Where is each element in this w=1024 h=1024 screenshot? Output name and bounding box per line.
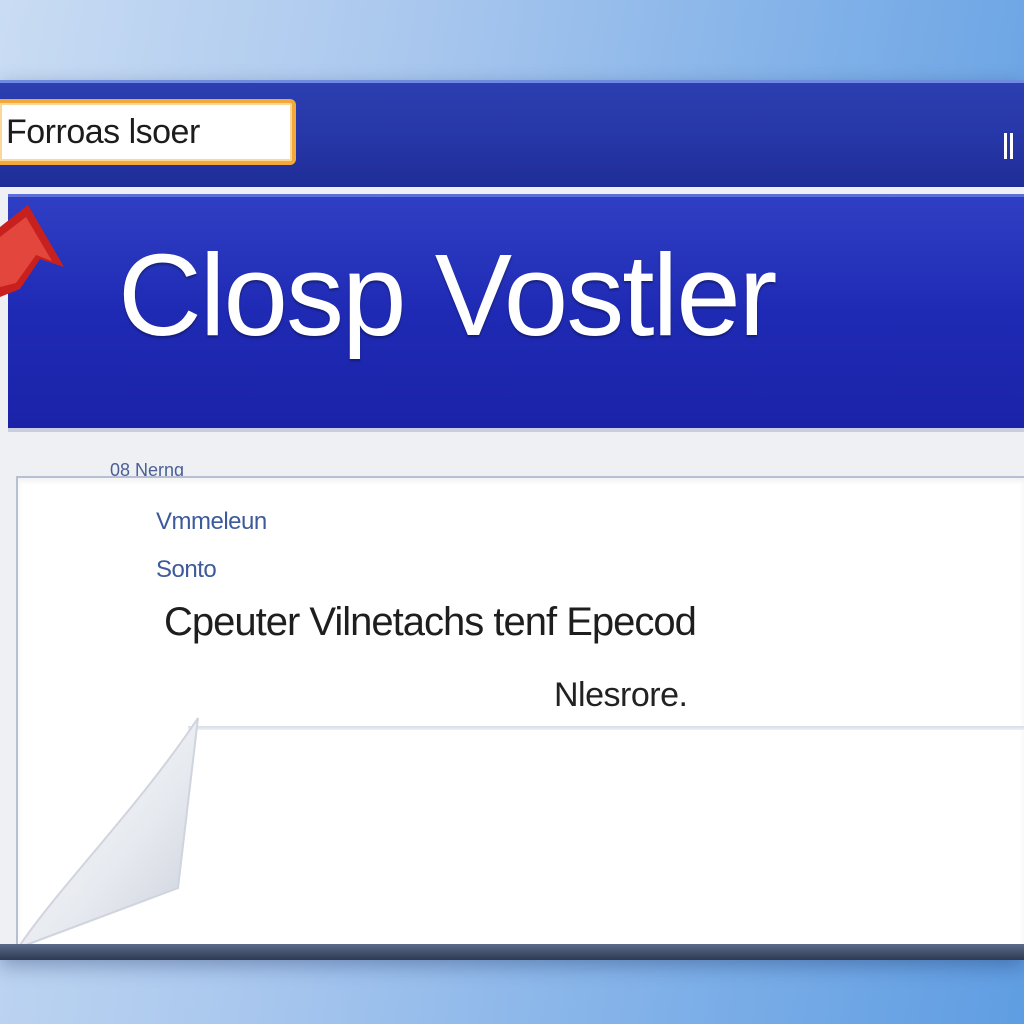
link-item-1[interactable]: Vmmeleun bbox=[156, 508, 267, 536]
divider bbox=[188, 726, 1024, 730]
message-text: Cpeuter Vilnetachs tenf Epecod bbox=[164, 600, 697, 644]
banner-title: Closp Vostler bbox=[118, 230, 777, 360]
app-window: Forroas lsoer Closp Vostler 08 Nerng Vmm… bbox=[0, 80, 1024, 960]
page-curl-decoration bbox=[18, 717, 199, 950]
link-item-2[interactable]: Sonto bbox=[156, 556, 217, 584]
title-bar: Forroas lsoer bbox=[0, 80, 1024, 187]
window-control-icon[interactable] bbox=[1004, 133, 1020, 159]
window-bottom-edge bbox=[0, 944, 1024, 960]
header-banner: Closp Vostler bbox=[0, 194, 1024, 432]
red-arrow-icon bbox=[0, 205, 64, 297]
action-button[interactable]: Nlesrore. bbox=[554, 676, 688, 715]
title-field-text: Forroas lsoer bbox=[6, 112, 200, 151]
title-input-field[interactable]: Forroas lsoer bbox=[0, 99, 296, 165]
content-panel: Vmmeleun Sonto Cpeuter Vilnetachs tenf E… bbox=[16, 476, 1024, 954]
